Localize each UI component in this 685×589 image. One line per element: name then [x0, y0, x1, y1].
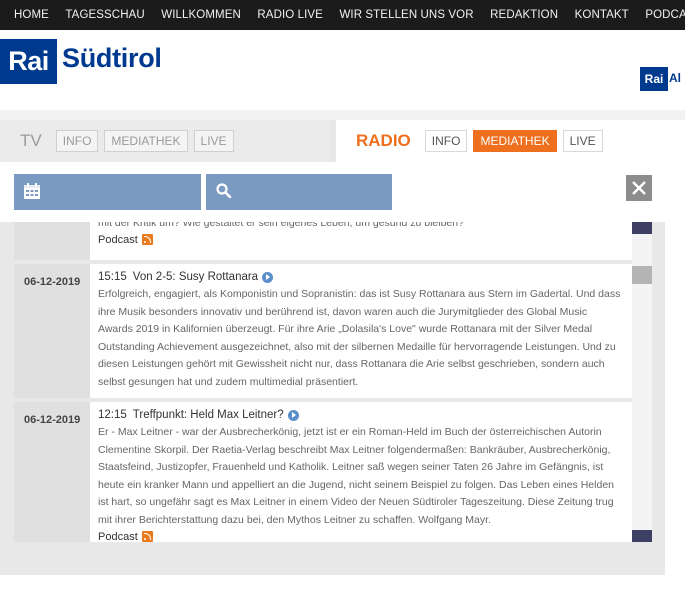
list-item[interactable]: mit der Kritik um? Wie gestaltet er sein…	[14, 222, 632, 260]
mediathek-panel: TV INFO MEDIATHEK LIVE RADIO INFO MEDIAT…	[0, 120, 665, 575]
footer	[0, 575, 685, 589]
play-icon[interactable]	[287, 409, 299, 421]
list-item[interactable]: 06-12-2019 15:15 Von 2-5: Susy Rottanara…	[14, 264, 632, 398]
date-filter-button[interactable]	[14, 174, 201, 210]
podcast-link[interactable]: Podcast	[98, 234, 138, 246]
radio-label[interactable]: RADIO	[356, 131, 411, 151]
item-description: Er - Max Leitner - war der Ausbrecherkön…	[98, 426, 615, 526]
scrollbar[interactable]	[632, 222, 652, 542]
podcast-link[interactable]: Podcast	[98, 531, 138, 542]
item-date	[14, 222, 90, 260]
close-icon	[632, 181, 646, 195]
filter-bar	[0, 162, 665, 222]
tv-tab-info[interactable]: INFO	[55, 130, 99, 152]
radio-tab-info[interactable]: INFO	[424, 130, 468, 152]
rss-icon[interactable]	[141, 234, 153, 246]
item-time: 15:15	[98, 271, 127, 283]
scroll-down-arrow[interactable]	[632, 530, 652, 542]
tv-label[interactable]: TV	[20, 131, 42, 151]
rai-small-logo[interactable]: Rai	[640, 67, 668, 91]
header-divider	[0, 110, 685, 120]
site-name[interactable]: Südtirol	[62, 43, 162, 74]
rai-small-logo-text: Al	[669, 71, 681, 85]
nav-wir-stellen-uns-vor[interactable]: WIR STELLEN UNS VOR	[339, 9, 473, 21]
tv-tab-mediathek[interactable]: MEDIATHEK	[104, 130, 188, 152]
calendar-icon	[24, 183, 40, 199]
item-time: 12:15	[98, 409, 127, 421]
search-icon	[216, 183, 232, 199]
rss-icon[interactable]	[141, 531, 153, 542]
list-item[interactable]: 06-12-2019 12:15 Treffpunkt: Held Max Le…	[14, 402, 632, 542]
item-date: 06-12-2019	[14, 264, 90, 398]
nav-redaktion[interactable]: REDAKTION	[490, 9, 558, 21]
item-date: 06-12-2019	[14, 402, 90, 542]
scrollbar-thumb[interactable]	[632, 266, 652, 284]
scroll-up-arrow[interactable]	[632, 222, 652, 234]
item-description: Erfolgreich, engagiert, als Komponistin …	[98, 288, 621, 388]
nav-willkommen[interactable]: WILLKOMMEN	[161, 9, 241, 21]
nav-kontakt[interactable]: KONTAKT	[575, 9, 629, 21]
play-icon[interactable]	[262, 271, 274, 283]
site-header: Rai Südtirol Rai Al	[0, 30, 685, 110]
item-title[interactable]: Von 2-5: Susy Rottanara	[133, 271, 258, 283]
top-navigation: HOME TAGESSCHAU WILLKOMMEN RADIO LIVE WI…	[0, 0, 685, 30]
nav-radio-live[interactable]: RADIO LIVE	[257, 9, 323, 21]
close-button[interactable]	[626, 175, 652, 201]
radio-tab-live[interactable]: LIVE	[562, 130, 603, 152]
item-description: mit der Kritik um? Wie gestaltet er sein…	[98, 222, 464, 229]
nav-tagesschau[interactable]: TAGESSCHAU	[65, 9, 144, 21]
radio-tabs: RADIO INFO MEDIATHEK LIVE	[336, 120, 665, 162]
tv-tab-live[interactable]: LIVE	[193, 130, 234, 152]
search-button[interactable]	[206, 174, 392, 210]
rai-logo[interactable]: Rai	[0, 39, 57, 84]
item-title[interactable]: Treffpunkt: Held Max Leitner?	[133, 409, 284, 421]
nav-podcast[interactable]: PODCAST	[645, 9, 685, 21]
nav-home[interactable]: HOME	[14, 9, 49, 21]
radio-tab-mediathek[interactable]: MEDIATHEK	[473, 130, 557, 152]
tv-tabs: TV INFO MEDIATHEK LIVE	[0, 120, 330, 162]
program-list: mit der Kritik um? Wie gestaltet er sein…	[14, 222, 632, 542]
